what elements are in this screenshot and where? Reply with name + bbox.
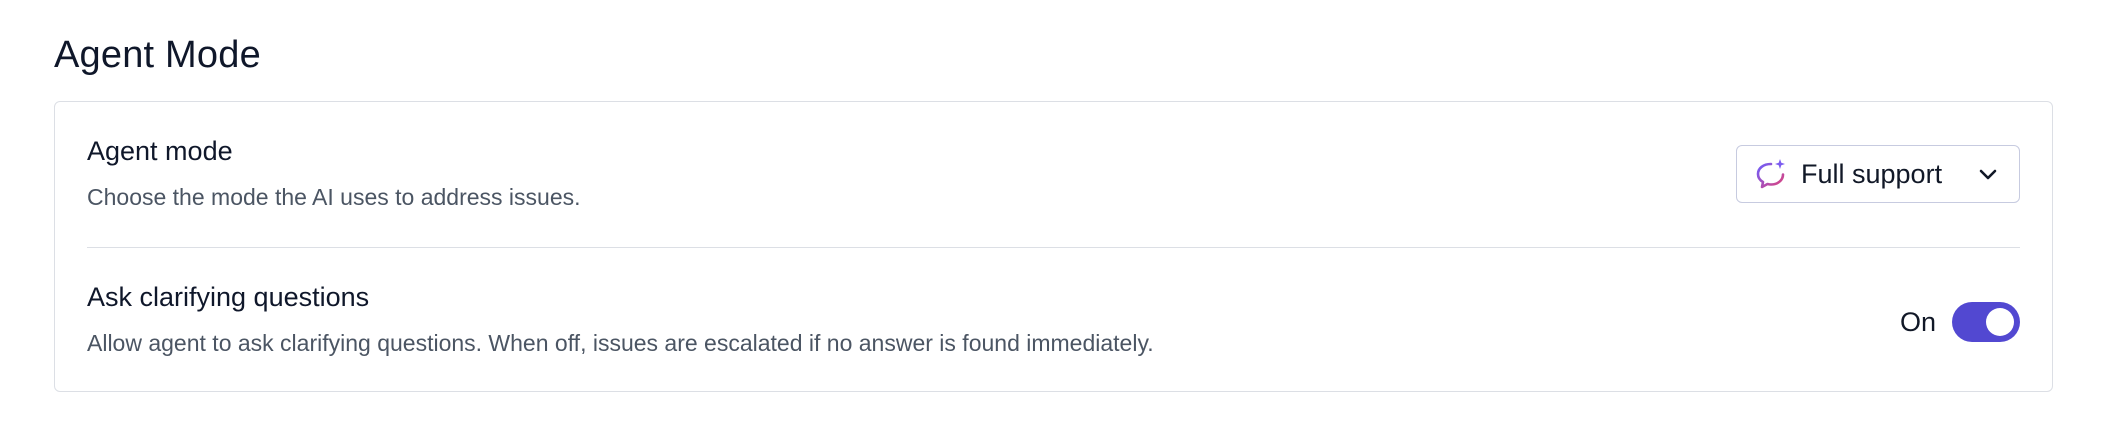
agent-mode-selected-value: Full support (1801, 158, 1943, 189)
clarifying-questions-toggle-group: On (1900, 302, 2020, 342)
settings-card: Agent mode Choose the mode the AI uses t… (54, 101, 2053, 392)
agent-mode-row: Agent mode Choose the mode the AI uses t… (87, 136, 2020, 248)
section-title: Agent Mode (54, 34, 261, 76)
clarifying-questions-row: Ask clarifying questions Allow agent to … (87, 282, 2020, 382)
row-divider (87, 247, 2020, 248)
chat-sparkle-icon (1753, 157, 1787, 191)
agent-mode-description: Choose the mode the AI uses to address i… (87, 184, 581, 210)
agent-mode-settings-page: Agent Mode Agent mode Choose the mode th… (0, 0, 2102, 426)
agent-mode-dropdown[interactable]: Full support (1736, 145, 2020, 203)
clarifying-questions-description: Allow agent to ask clarifying questions.… (87, 330, 1154, 356)
clarifying-questions-title: Ask clarifying questions (87, 282, 370, 312)
toggle-knob (1986, 308, 2014, 336)
agent-mode-title: Agent mode (87, 136, 233, 166)
clarifying-questions-toggle[interactable] (1952, 302, 2020, 342)
chevron-down-icon (1977, 163, 1999, 185)
toggle-state-label: On (1899, 306, 1936, 337)
